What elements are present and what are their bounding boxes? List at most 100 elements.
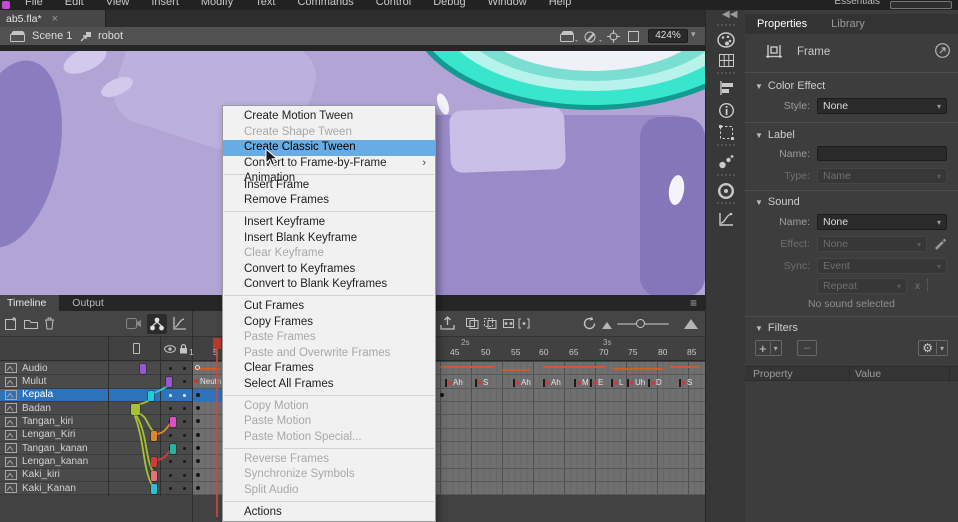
menu-item[interactable]: Convert to Keyframes [223, 262, 435, 278]
lock-column-icon[interactable] [179, 344, 188, 354]
menu-window[interactable]: Window [477, 0, 538, 10]
menu-edit[interactable]: Edit [54, 0, 95, 10]
parent-bar-kaki_kiri[interactable] [151, 471, 157, 481]
menu-item[interactable]: Create Motion Tween [223, 109, 435, 125]
menu-item[interactable]: Select All Frames [223, 377, 435, 393]
graph-editor-icon[interactable] [172, 316, 187, 331]
parent-bar-mulut[interactable] [166, 377, 172, 387]
menu-debug[interactable]: Debug [422, 0, 476, 10]
menu-insert[interactable]: Insert [140, 0, 190, 10]
menu-item[interactable]: Copy Motion [223, 399, 435, 415]
parent-bar-tangan_kiri[interactable] [170, 417, 176, 427]
section-color-effect[interactable]: ▼Color Effect [755, 80, 825, 92]
new-layer-icon[interactable] [5, 317, 18, 330]
export-frame-icon[interactable] [440, 316, 455, 331]
marker-range-icon[interactable] [518, 318, 530, 329]
menu-item[interactable]: Create Classic Tween [223, 140, 435, 156]
parent-bar-lengan_kiri[interactable] [151, 431, 157, 441]
tab-properties[interactable]: Properties [745, 18, 819, 30]
tab-timeline[interactable]: Timeline [0, 295, 59, 311]
menu-item[interactable]: Synchronize Symbols [223, 467, 435, 483]
menu-item[interactable]: Cut Frames [223, 299, 435, 315]
new-folder-icon[interactable] [24, 318, 38, 329]
menu-item[interactable]: Copy Frames [223, 315, 435, 331]
edit-symbols-icon[interactable] [584, 30, 602, 43]
menu-view[interactable]: View [95, 0, 141, 10]
color-panel-icon[interactable] [714, 30, 738, 50]
menu-item[interactable]: Paste Motion [223, 414, 435, 430]
parent-bar-kepala[interactable] [148, 391, 154, 401]
zoom-level-field[interactable]: 424% [648, 29, 688, 43]
menu-item[interactable]: Paste and Overwrite Frames [223, 346, 435, 362]
edit-multiple-frames-icon[interactable] [502, 318, 515, 329]
workspace-switcher[interactable]: Essentials [834, 0, 880, 9]
menu-item[interactable]: Remove Frames [223, 193, 435, 209]
info-panel-icon[interactable] [714, 100, 738, 120]
brush-library-panel-icon[interactable] [714, 151, 738, 171]
search-input[interactable] [890, 1, 952, 9]
help-share-icon[interactable] [935, 43, 950, 58]
edit-sound-envelope-icon[interactable] [933, 237, 946, 250]
label-name-input[interactable] [817, 146, 947, 161]
sound-name-dropdown[interactable]: None▾ [817, 214, 947, 230]
menu-item[interactable]: Reverse Frames [223, 452, 435, 468]
transform-panel-icon[interactable] [714, 122, 738, 142]
add-filter-button[interactable]: +▾ [755, 340, 782, 356]
menu-item[interactable]: Clear Keyframe [223, 246, 435, 262]
menu-item[interactable]: Clear Frames [223, 361, 435, 377]
section-filters[interactable]: ▼Filters [755, 322, 798, 334]
menu-modify[interactable]: Modify [190, 0, 244, 10]
menu-file[interactable]: File [14, 0, 54, 10]
align-panel-icon[interactable] [714, 78, 738, 98]
breadcrumb-symbol[interactable]: robot [98, 30, 123, 42]
edit-scene-icon[interactable] [560, 30, 578, 43]
breadcrumb-scene[interactable]: Scene 1 [32, 30, 72, 42]
section-sound[interactable]: ▼Sound [755, 196, 800, 208]
remove-filter-button[interactable]: – [797, 340, 817, 356]
onion-skin-icon[interactable] [466, 318, 479, 329]
tab-close-icon[interactable]: × [52, 13, 58, 25]
style-dropdown[interactable]: None▾ [817, 98, 947, 114]
parent-bar-kaki_kanan[interactable] [151, 484, 157, 494]
parent-bar-audio[interactable] [140, 364, 146, 374]
layer-parenting-toggle[interactable] [147, 314, 167, 334]
menu-item[interactable]: Insert Frame [223, 178, 435, 194]
menu-item[interactable]: Insert Blank Keyframe [223, 231, 435, 247]
parent-bar-lengan_kanan[interactable] [151, 457, 157, 467]
menu-commands[interactable]: Commands [286, 0, 364, 10]
tab-output[interactable]: Output [59, 295, 117, 311]
menu-item[interactable]: Paste Frames [223, 330, 435, 346]
menu-control[interactable]: Control [365, 0, 422, 10]
filter-options-button[interactable]: ⚙▾ [918, 340, 948, 356]
onion-outline-icon[interactable] [484, 318, 497, 329]
menu-item[interactable]: Convert to Blank Keyframes [223, 277, 435, 293]
menu-item[interactable]: Paste Motion Special... [223, 430, 435, 446]
delete-layer-icon[interactable] [44, 317, 55, 330]
playhead[interactable] [216, 341, 218, 517]
timeline-zoom-knob[interactable] [636, 319, 645, 328]
zoom-out-timeline-icon[interactable] [602, 322, 612, 329]
zoom-in-timeline-icon[interactable] [684, 319, 698, 329]
menu-help[interactable]: Help [538, 0, 583, 10]
menu-item[interactable]: Actions [223, 505, 435, 521]
menu-item[interactable]: Insert Keyframe [223, 215, 435, 231]
document-tab[interactable]: ab5.fla* × [0, 10, 106, 27]
playhead-marker[interactable] [213, 338, 221, 349]
menu-item[interactable]: Create Shape Tween [223, 125, 435, 141]
collapse-panels-icon[interactable]: ◀◀ [722, 9, 737, 20]
eye-column-icon[interactable] [164, 345, 176, 353]
timeline-panel-menu-icon[interactable]: ≡ [690, 296, 697, 310]
section-label[interactable]: ▼Label [755, 129, 795, 141]
center-frame-icon[interactable] [607, 30, 620, 43]
clip-content-icon[interactable] [628, 31, 639, 42]
motion-editor-panel-icon[interactable] [714, 209, 738, 229]
parent-bar-badan[interactable] [131, 404, 140, 415]
zoom-dropdown-icon[interactable]: ▾ [691, 29, 696, 40]
menu-text[interactable]: Text [244, 0, 286, 10]
parent-bar-tangan_kanan[interactable] [170, 444, 176, 454]
menu-item[interactable]: Split Audio [223, 483, 435, 499]
menu-item[interactable]: Convert to Frame-by-Frame Animation› [223, 156, 435, 172]
loop-playback-icon[interactable] [582, 316, 597, 331]
cc-libraries-panel-icon[interactable] [714, 181, 738, 201]
swatches-panel-icon[interactable] [714, 50, 738, 70]
